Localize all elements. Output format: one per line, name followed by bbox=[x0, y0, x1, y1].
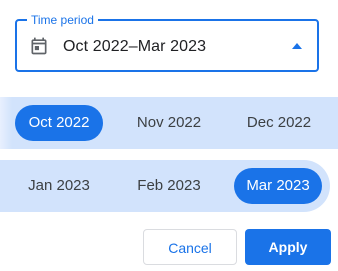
month-jan-2023[interactable]: Jan 2023 bbox=[15, 168, 103, 204]
time-period-label: Time period bbox=[27, 12, 98, 28]
time-period-field[interactable]: Time period Oct 2022–Mar 2023 bbox=[15, 12, 319, 72]
month-oct-2022[interactable]: Oct 2022 bbox=[15, 105, 103, 141]
month-nov-2022[interactable]: Nov 2022 bbox=[124, 105, 214, 141]
time-period-value: Oct 2022–Mar 2023 bbox=[63, 38, 207, 55]
arrow-drop-up-icon[interactable] bbox=[291, 41, 303, 51]
month-dec-2022[interactable]: Dec 2022 bbox=[234, 105, 324, 141]
cancel-button[interactable]: Cancel bbox=[143, 229, 237, 265]
month-mar-2023[interactable]: Mar 2023 bbox=[234, 168, 322, 204]
month-feb-2023[interactable]: Feb 2023 bbox=[124, 168, 214, 204]
calendar-icon bbox=[31, 37, 47, 55]
apply-button[interactable]: Apply bbox=[245, 229, 331, 265]
